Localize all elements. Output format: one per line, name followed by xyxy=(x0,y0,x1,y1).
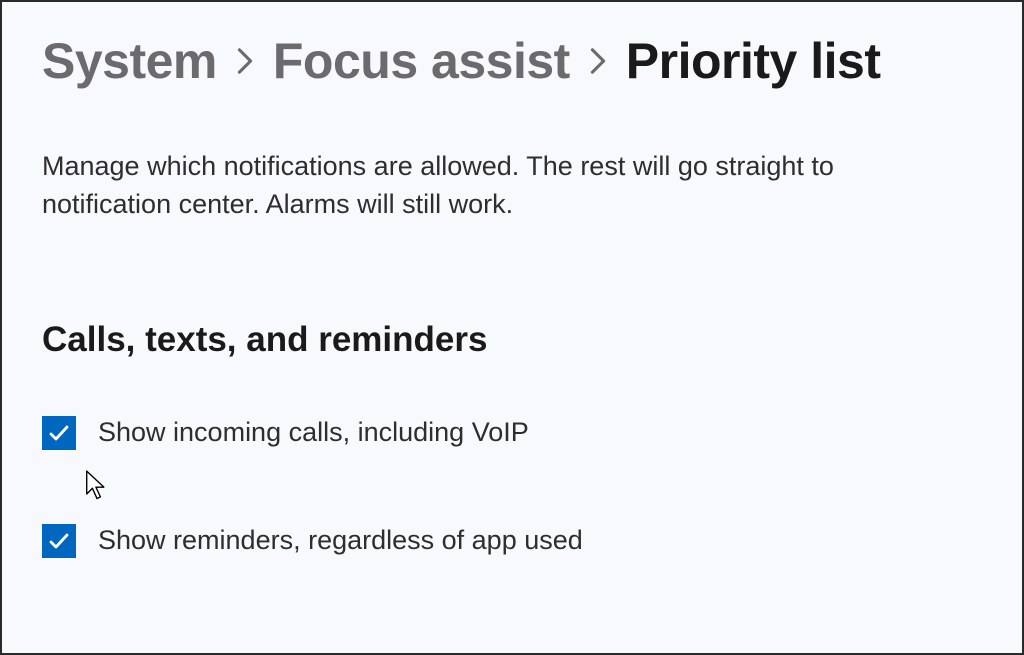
checkbox-row-incoming-calls[interactable]: Show incoming calls, including VoIP xyxy=(42,416,982,450)
checkbox-label-reminders[interactable]: Show reminders, regardless of app used xyxy=(98,525,583,556)
breadcrumb-link-focus-assist[interactable]: Focus assist xyxy=(273,32,570,90)
checkbox-row-reminders[interactable]: Show reminders, regardless of app used xyxy=(42,524,982,558)
section-heading-calls: Calls, texts, and reminders xyxy=(42,320,982,360)
breadcrumb: System Focus assist Priority list xyxy=(42,32,982,90)
breadcrumb-current: Priority list xyxy=(626,32,881,90)
breadcrumb-link-system[interactable]: System xyxy=(42,32,217,90)
page-description: Manage which notifications are allowed. … xyxy=(42,148,912,224)
chevron-right-icon xyxy=(235,47,255,75)
checkbox-incoming-calls[interactable] xyxy=(42,416,76,450)
chevron-right-icon xyxy=(588,47,608,75)
checkbox-label-incoming-calls[interactable]: Show incoming calls, including VoIP xyxy=(98,417,529,448)
settings-window: System Focus assist Priority list Manage… xyxy=(0,0,1024,655)
checkbox-reminders[interactable] xyxy=(42,524,76,558)
